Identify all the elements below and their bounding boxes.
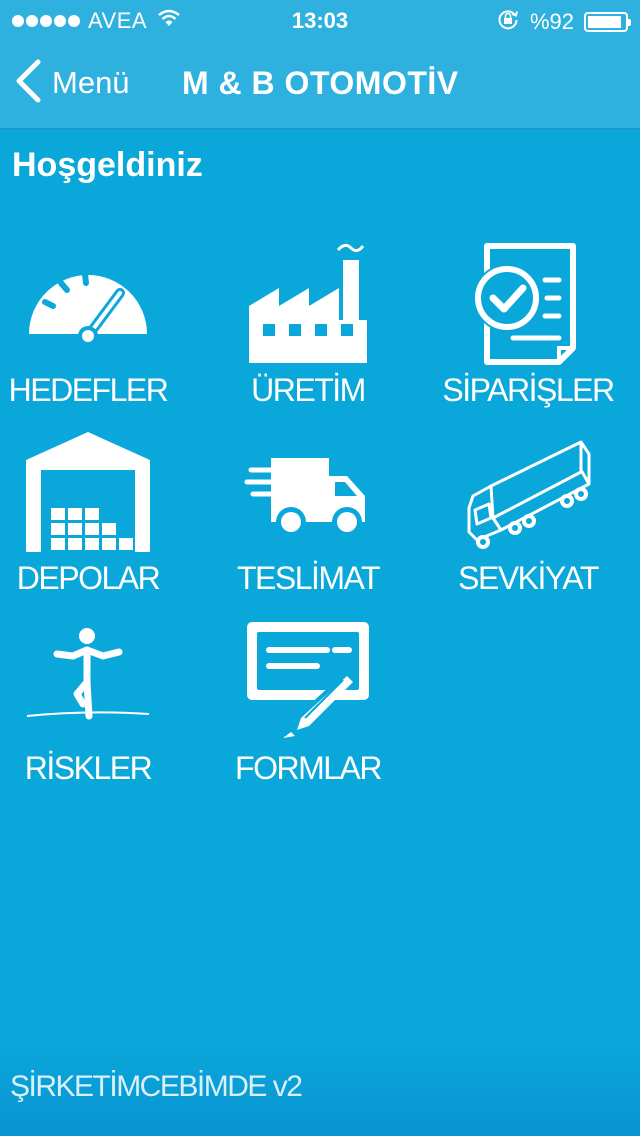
menu-label-depolar: DEPOLAR xyxy=(16,560,161,596)
menu-label-hedefler: HEDEFLER xyxy=(8,372,169,408)
tightrope-walker-icon xyxy=(0,620,188,760)
status-bar: AVEA 13:03 %92 xyxy=(0,0,640,40)
truck-icon xyxy=(428,430,628,570)
order-document-icon xyxy=(428,238,628,378)
menu-label-siparisler: SİPARİŞLER xyxy=(442,372,615,408)
back-label: Menü xyxy=(52,65,130,100)
speedometer-icon xyxy=(0,238,188,378)
factory-icon xyxy=(208,238,408,378)
menu-label-teslimat: TESLİMAT xyxy=(236,560,381,596)
warehouse-icon xyxy=(0,430,188,570)
menu-label-sevkiyat: SEVKİYAT xyxy=(458,560,599,596)
app-version-label: ŞİRKETİMCEBİMDE v2 xyxy=(10,1070,303,1103)
battery-percent: %92 xyxy=(529,9,574,34)
navigation-bar: Menü M & B OTOMOTİV xyxy=(0,40,640,129)
menu-label-uretim: ÜRETİM xyxy=(251,372,366,408)
rotation-lock-icon xyxy=(496,7,520,37)
menu-label-riskler: RİSKLER xyxy=(24,750,153,786)
status-right: %92 xyxy=(496,7,631,37)
back-button[interactable]: Menü xyxy=(14,58,130,108)
delivery-van-icon xyxy=(208,430,408,570)
footer: ŞİRKETİMCEBİMDE v2 xyxy=(0,1040,640,1136)
page-title: Hoşgeldiniz xyxy=(12,146,203,184)
nav-title: M & B OTOMOTİV xyxy=(182,65,459,101)
menu-label-formlar: FORMLAR xyxy=(235,750,382,786)
battery-icon xyxy=(584,12,631,32)
form-pen-icon xyxy=(208,620,408,760)
chevron-left-icon xyxy=(14,59,42,108)
